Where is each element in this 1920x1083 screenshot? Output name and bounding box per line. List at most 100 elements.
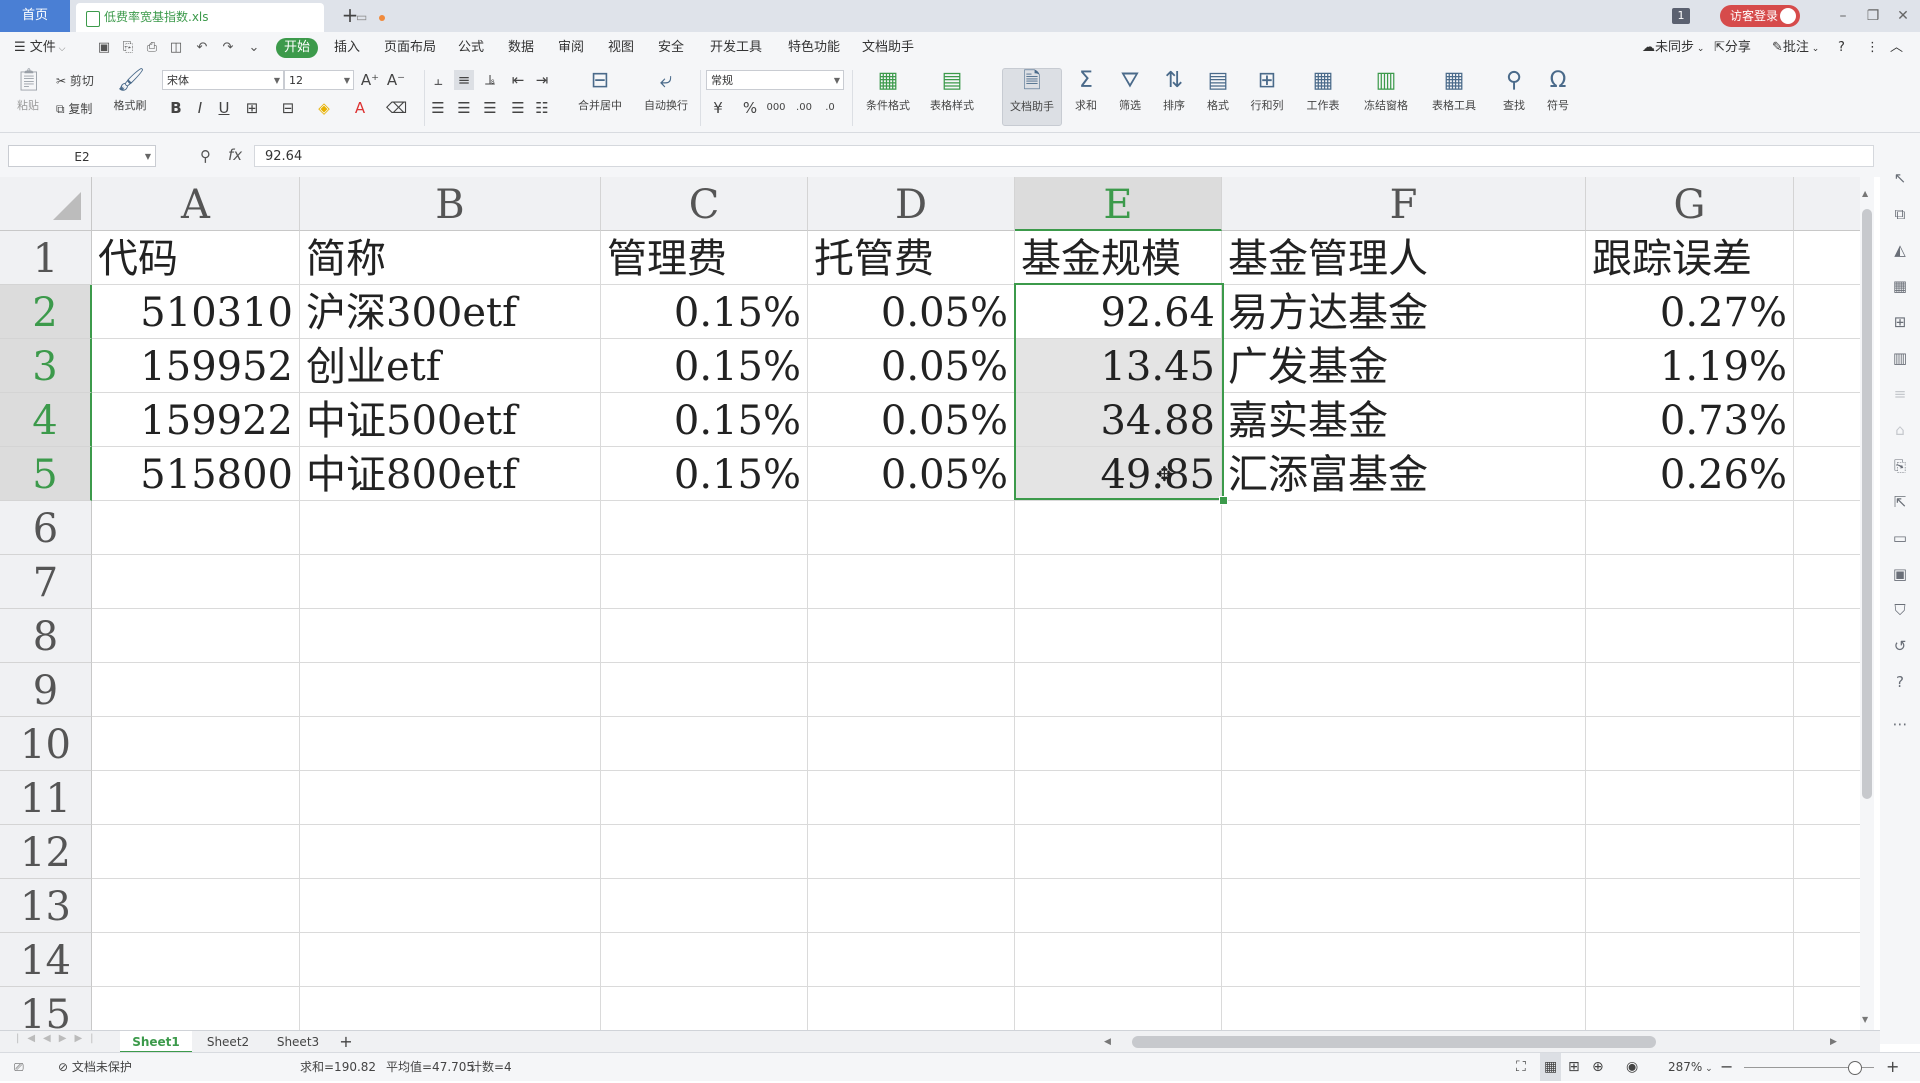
select-all-corner[interactable] <box>0 177 92 231</box>
number-format-select[interactable]: 常规 ▼ <box>706 70 844 90</box>
zoom-out-icon[interactable]: − <box>1720 1053 1733 1081</box>
cell-b2[interactable]: 沪深300etf <box>300 285 601 339</box>
tab-insert[interactable]: 插入 <box>334 32 360 64</box>
row-header[interactable]: 12 <box>0 825 92 879</box>
apps-icon[interactable]: ⊞ <box>1890 312 1910 332</box>
style-icon[interactable]: ◭ <box>1890 240 1910 260</box>
freeze-panes-button[interactable]: ▥ 冻结窗格 <box>1356 68 1416 113</box>
customize-dropdown-icon[interactable]: ⌄ <box>246 40 262 56</box>
cell-b3[interactable]: 创业etf <box>300 339 601 393</box>
decrease-indent-icon[interactable]: ⇤ <box>508 70 528 90</box>
row-col-button[interactable]: ⊞ 行和列 <box>1242 68 1292 113</box>
cell-f4[interactable]: 嘉实基金 <box>1222 393 1586 447</box>
underline-icon[interactable]: U <box>214 98 234 118</box>
column-header-g[interactable]: G <box>1586 177 1794 231</box>
tab-review[interactable]: 审阅 <box>558 32 584 64</box>
font-color-icon[interactable]: A <box>350 98 370 118</box>
zoom-in-icon[interactable]: + <box>1886 1053 1899 1081</box>
cell-g2[interactable]: 0.27% <box>1586 285 1794 339</box>
table-tools-button[interactable]: ▦ 表格工具 <box>1424 68 1484 113</box>
cell-e1[interactable]: 基金规模 <box>1015 231 1222 285</box>
column-header-b[interactable]: B <box>300 177 601 231</box>
comment-button[interactable]: ✎批注 ⌄ <box>1772 32 1819 64</box>
cell-e3[interactable]: 13.45 <box>1015 339 1222 393</box>
help-circle-icon[interactable]: ? <box>1890 672 1910 692</box>
cell-h5[interactable] <box>1794 447 1866 501</box>
scroll-right-icon[interactable]: ▶ <box>1830 1031 1837 1053</box>
align-middle-icon[interactable]: ≡ <box>454 70 474 90</box>
row-header[interactable]: 3 <box>0 339 92 393</box>
backup-icon[interactable]: ⎘ <box>1890 456 1910 476</box>
zoom-formula-icon[interactable]: ⚲ <box>200 147 211 165</box>
name-box[interactable]: E2 ▼ <box>8 145 156 167</box>
row-header[interactable]: 13 <box>0 879 92 933</box>
zoom-level[interactable]: 287% ⌄ <box>1668 1053 1713 1083</box>
add-sheet-button[interactable]: + <box>334 1031 358 1053</box>
bold-icon[interactable]: B <box>166 98 186 118</box>
sheet-tab-3[interactable]: Sheet3 <box>264 1031 332 1053</box>
column-header-e[interactable]: E <box>1015 177 1222 231</box>
pointer-icon[interactable]: ↖ <box>1890 168 1910 188</box>
scroll-up-icon[interactable]: ▲ <box>1862 189 1868 198</box>
shield-icon[interactable]: ⛉ <box>1890 600 1910 620</box>
history-icon[interactable]: ↺ <box>1890 636 1910 656</box>
horizontal-scroll-thumb[interactable] <box>1132 1036 1656 1048</box>
merge-center-button[interactable]: ⊟ 合并居中 <box>568 68 632 113</box>
image-icon[interactable]: ▣ <box>1890 564 1910 584</box>
fill-color-icon[interactable]: ◈ <box>314 98 334 118</box>
row-header[interactable]: 5 <box>0 447 92 501</box>
cell-d2[interactable]: 0.05% <box>808 285 1015 339</box>
cell-e4[interactable]: 34.88 <box>1015 393 1222 447</box>
row-header[interactable]: 2 <box>0 285 92 339</box>
maximize-button[interactable]: ❐ <box>1856 0 1890 32</box>
tab-data[interactable]: 数据 <box>508 32 534 64</box>
format-button[interactable]: ▤ 格式 <box>1198 68 1238 113</box>
scroll-down-icon[interactable]: ▼ <box>1862 1015 1868 1024</box>
zoom-slider-thumb[interactable] <box>1848 1061 1862 1075</box>
cell-c2[interactable]: 0.15% <box>601 285 808 339</box>
file-tab[interactable]: 低费率宽基指数.xls ▭ <box>76 3 385 32</box>
column-header-c[interactable]: C <box>601 177 808 231</box>
align-right-icon[interactable]: ☰ <box>480 98 500 118</box>
row-header[interactable]: 11 <box>0 771 92 825</box>
cell-d5[interactable]: 0.05% <box>808 447 1015 501</box>
sum-button[interactable]: Σ 求和 <box>1066 68 1106 113</box>
print-preview-icon[interactable]: ◫ <box>168 40 184 56</box>
cell-a3[interactable]: 159952 <box>92 339 300 393</box>
align-center-icon[interactable]: ☰ <box>454 98 474 118</box>
cell-d4[interactable]: 0.05% <box>808 393 1015 447</box>
protect-status[interactable]: ⊘ 文档未保护 <box>58 1053 132 1081</box>
currency-icon[interactable]: ¥ <box>708 98 728 118</box>
file-menu[interactable]: ☰ 文件 ⌵ <box>14 32 66 64</box>
row-header[interactable]: 1 <box>0 231 92 285</box>
more-icon[interactable]: ⋯ <box>1890 714 1910 734</box>
find-button[interactable]: ⚲ 查找 <box>1494 68 1534 113</box>
font-name-select[interactable]: 宋体 ▼ <box>162 70 284 90</box>
vertical-scroll-thumb[interactable] <box>1862 209 1872 799</box>
sheet-nav-arrows-icon[interactable]: |◀◀▶▶| <box>16 1033 102 1044</box>
sync-status[interactable]: ☁未同步 ⌄ <box>1642 32 1704 64</box>
filter-button[interactable]: ⛛ 筛选 <box>1110 68 1150 113</box>
cell-b1[interactable]: 简称 <box>300 231 601 285</box>
cell-f1[interactable]: 基金管理人 <box>1222 231 1586 285</box>
archive-icon[interactable]: ▭ <box>1890 528 1910 548</box>
page-break-view-icon[interactable]: ⊞ <box>1568 1053 1580 1081</box>
normal-view-icon[interactable]: ▦ <box>1540 1053 1562 1081</box>
tab-formulas[interactable]: 公式 <box>458 32 484 64</box>
row-header[interactable]: 7 <box>0 555 92 609</box>
font-size-select[interactable]: 12 ▼ <box>284 70 354 90</box>
tab-view[interactable]: 视图 <box>608 32 634 64</box>
decrease-font-icon[interactable]: A⁻ <box>386 70 406 90</box>
cell-a1[interactable]: 代码 <box>92 231 300 285</box>
increase-decimal-icon[interactable]: .00 <box>794 98 814 118</box>
vertical-scrollbar[interactable]: ▲ ▼ <box>1860 177 1874 1030</box>
symbol-button[interactable]: Ω 符号 <box>1538 68 1578 113</box>
format-painter-button[interactable]: 🖌︎ 格式刷 <box>108 68 152 113</box>
column-header-f[interactable]: F <box>1222 177 1586 231</box>
cell-c4[interactable]: 0.15% <box>601 393 808 447</box>
percent-icon[interactable]: % <box>740 98 760 118</box>
macro-icon[interactable]: ⎚ <box>14 1053 24 1081</box>
fullscreen-icon[interactable]: ⛶ <box>1516 1053 1526 1081</box>
distributed-icon[interactable]: ☷ <box>532 98 552 118</box>
cell-b4[interactable]: 中证500etf <box>300 393 601 447</box>
